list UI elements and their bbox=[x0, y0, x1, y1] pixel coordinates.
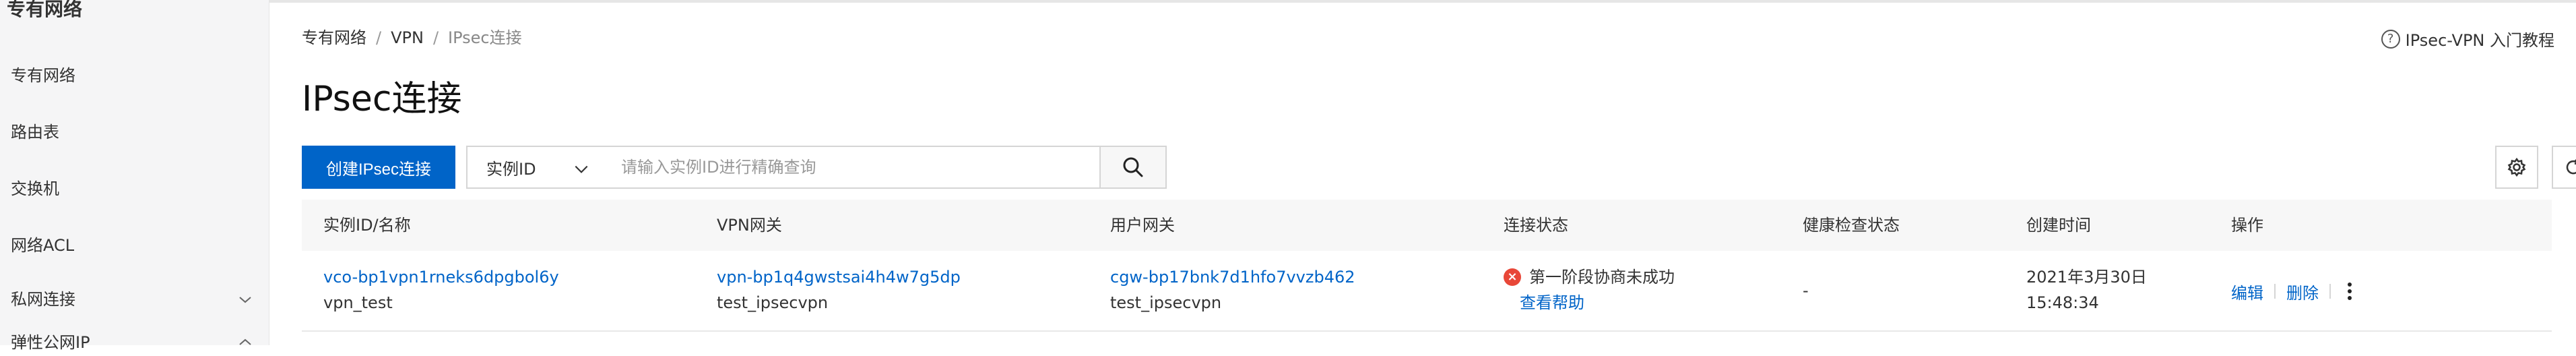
column-header-status: 连接状态 bbox=[1504, 216, 1568, 235]
page-title: IPsec连接 bbox=[302, 79, 462, 119]
user-gateway-cell: cgw-bp17bnk7d1hfo7vvzb462 test_ipsecvpn bbox=[1110, 264, 1355, 316]
filter-field-select[interactable]: 实例ID bbox=[466, 146, 604, 189]
column-header-vpn-gateway: VPN网关 bbox=[717, 216, 782, 235]
edit-link[interactable]: 编辑 bbox=[2231, 280, 2263, 303]
gear-icon bbox=[2507, 157, 2526, 177]
search-icon bbox=[1123, 157, 1143, 177]
table-row: vco-bp1vpn1rneks6dpgbol6y vpn_test vpn-b… bbox=[302, 251, 2552, 332]
ipsec-tutorial-link[interactable]: ? IPsec-VPN 入门教程 bbox=[2381, 27, 2554, 51]
sidebar-item-network-acl[interactable]: 网络ACL bbox=[11, 232, 253, 259]
delete-link[interactable]: 删除 bbox=[2286, 280, 2319, 303]
search-input[interactable] bbox=[602, 146, 1101, 189]
main-content: 专有网络 / VPN / IPsec连接 ? IPsec-VPN 入门教程 IPsec连… bbox=[269, 0, 2576, 345]
sidebar-item-eip[interactable]: 弹性公网IP bbox=[11, 329, 253, 356]
sidebar-item-label: 专有网络 bbox=[11, 66, 75, 85]
breadcrumb-separator: / bbox=[432, 28, 439, 47]
table-header: 实例ID/名称 VPN网关 用户网关 连接状态 健康检查状态 创建时间 操作 bbox=[302, 200, 2552, 251]
help-link-label: IPsec-VPN 入门教程 bbox=[2405, 31, 2554, 50]
sidebar: 专有网络 专有网络 路由表 交换机 网络ACL 私网连接 弹性公网IP bbox=[0, 0, 269, 352]
sidebar-item-label: 路由表 bbox=[11, 123, 59, 142]
sidebar-item-vswitch[interactable]: 交换机 bbox=[11, 175, 253, 202]
instance-name: vpn_test bbox=[323, 293, 393, 312]
sidebar-item-route-table[interactable]: 路由表 bbox=[11, 119, 253, 146]
breadcrumb-item-vpn[interactable]: VPN bbox=[391, 28, 424, 47]
sidebar-title: 专有网络 bbox=[7, 0, 83, 20]
breadcrumb-separator: / bbox=[376, 28, 382, 47]
sidebar-item-vpc[interactable]: 专有网络 bbox=[11, 62, 253, 89]
column-header-actions: 操作 bbox=[2231, 216, 2263, 235]
chevron-down-icon bbox=[575, 165, 588, 173]
chevron-down-icon bbox=[239, 297, 251, 303]
breadcrumb: 专有网络 / VPN / IPsec连接 bbox=[302, 24, 522, 48]
action-divider bbox=[2274, 284, 2276, 299]
question-circle-icon: ? bbox=[2381, 29, 2400, 49]
column-header-created: 创建时间 bbox=[2026, 216, 2091, 235]
sidebar-item-private-connection[interactable]: 私网连接 bbox=[11, 286, 253, 313]
search-button[interactable] bbox=[1099, 146, 1167, 189]
column-header-user-gateway: 用户网关 bbox=[1110, 216, 1175, 235]
column-header-health: 健康检查状态 bbox=[1803, 216, 1900, 235]
row-actions: 编辑 删除 bbox=[2231, 278, 2358, 305]
more-actions-icon[interactable] bbox=[2342, 278, 2358, 305]
health-cell: - bbox=[1803, 281, 1809, 300]
created-cell: 2021年3月30日 15:48:34 bbox=[2026, 264, 2147, 316]
ipsec-table: 实例ID/名称 VPN网关 用户网关 连接状态 健康检查状态 创建时间 操作 v… bbox=[302, 200, 2552, 332]
action-divider bbox=[2329, 284, 2331, 299]
settings-button[interactable] bbox=[2495, 146, 2538, 189]
breadcrumb-item-current: IPsec连接 bbox=[448, 28, 522, 47]
status-cell: × 第一阶段协商未成功 查看帮助 bbox=[1504, 264, 1675, 316]
refresh-button[interactable] bbox=[2552, 146, 2576, 189]
vpn-gateway-link[interactable]: vpn-bp1q4gwstsai4h4w7g5dp bbox=[717, 264, 961, 290]
sidebar-item-label: 私网连接 bbox=[11, 290, 75, 309]
refresh-icon bbox=[2566, 159, 2576, 175]
status-badge: × 第一阶段协商未成功 bbox=[1504, 264, 1675, 290]
created-date: 2021年3月30日 bbox=[2026, 268, 2147, 287]
vpn-gateway-name: test_ipsecvpn bbox=[717, 293, 829, 312]
instance-cell: vco-bp1vpn1rneks6dpgbol6y vpn_test bbox=[323, 264, 559, 316]
chevron-up-icon bbox=[239, 338, 251, 345]
breadcrumb-item-vpc[interactable]: 专有网络 bbox=[302, 28, 366, 47]
created-time: 15:48:34 bbox=[2026, 293, 2099, 312]
user-gateway-name: test_ipsecvpn bbox=[1110, 293, 1222, 312]
create-ipsec-button[interactable]: 创建IPsec连接 bbox=[302, 146, 455, 189]
column-header-instance: 实例ID/名称 bbox=[323, 216, 411, 235]
filter-select-value: 实例ID bbox=[486, 159, 536, 179]
instance-id-link[interactable]: vco-bp1vpn1rneks6dpgbol6y bbox=[323, 264, 559, 290]
status-help-link[interactable]: 查看帮助 bbox=[1504, 290, 1675, 316]
sidebar-item-label: 网络ACL bbox=[11, 236, 75, 255]
vpn-gateway-cell: vpn-bp1q4gwstsai4h4w7g5dp test_ipsecvpn bbox=[717, 264, 961, 316]
sidebar-item-label: 弹性公网IP bbox=[11, 333, 90, 352]
status-text: 第一阶段协商未成功 bbox=[1529, 268, 1675, 287]
error-icon: × bbox=[1504, 268, 1521, 286]
sidebar-item-label: 交换机 bbox=[11, 179, 59, 198]
user-gateway-link[interactable]: cgw-bp17bnk7d1hfo7vvzb462 bbox=[1110, 264, 1355, 290]
